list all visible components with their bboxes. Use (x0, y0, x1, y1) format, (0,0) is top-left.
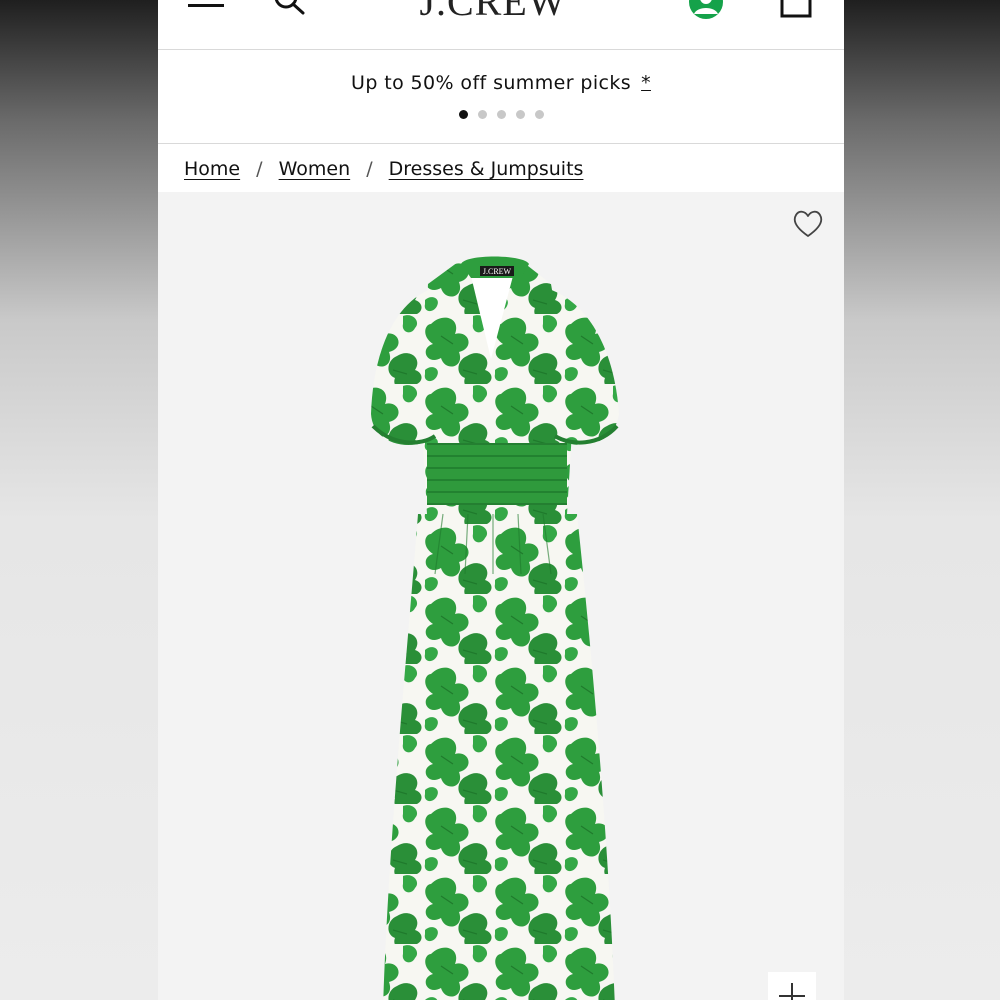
breadcrumb-dresses-jumpsuits[interactable]: Dresses & Jumpsuits (389, 158, 584, 180)
brand-logo[interactable]: J.CREW (398, 0, 588, 24)
shopping-bag-icon[interactable] (778, 0, 814, 18)
carousel-dots (158, 110, 844, 119)
carousel-dot[interactable] (477, 110, 487, 119)
breadcrumb-separator: / (366, 158, 373, 180)
promo-details-link[interactable]: * (641, 72, 651, 94)
promo-message: Up to 50% off summer picks * (158, 72, 844, 94)
plus-icon[interactable] (768, 972, 816, 1000)
search-icon[interactable] (272, 0, 308, 18)
breadcrumb-separator: / (256, 158, 263, 180)
mobile-screen: J.CREW Up to 50% off summer picks * Home … (158, 0, 844, 1000)
carousel-dot[interactable] (496, 110, 506, 119)
breadcrumb-home[interactable]: Home (184, 158, 240, 180)
heart-icon[interactable] (790, 208, 826, 240)
menu-icon[interactable] (188, 0, 224, 14)
breadcrumb-women[interactable]: Women (279, 158, 351, 180)
breadcrumb: Home / Women / Dresses & Jumpsuits (184, 144, 583, 192)
carousel-dot[interactable] (515, 110, 525, 119)
product-gallery: J.CREW (158, 192, 844, 1000)
account-icon[interactable] (688, 0, 724, 20)
carousel-dot[interactable] (534, 110, 544, 119)
product-image-dress[interactable]: J.CREW (353, 244, 643, 1000)
promo-banner: Up to 50% off summer picks * (158, 50, 844, 144)
carousel-dot[interactable] (458, 110, 468, 119)
promo-text: Up to 50% off summer picks (351, 72, 632, 94)
dress-label: J.CREW (483, 267, 512, 276)
site-header: J.CREW (158, 0, 844, 50)
